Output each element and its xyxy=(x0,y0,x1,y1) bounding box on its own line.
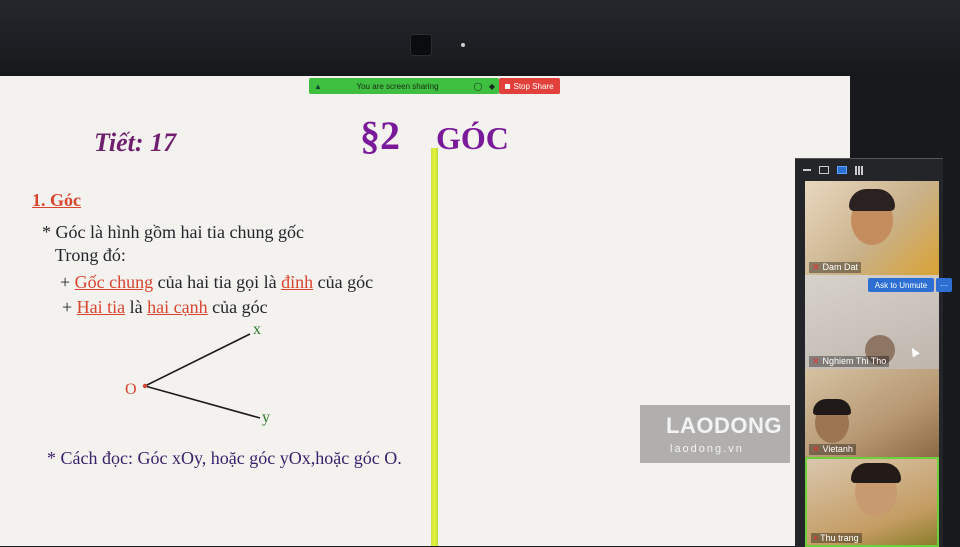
point1-term1: Gốc chung xyxy=(74,272,154,292)
point2-term1: Hai tia xyxy=(76,297,126,317)
speaker-view-icon[interactable] xyxy=(819,166,829,174)
participant-name: ✕ Dam Dat xyxy=(809,262,862,273)
camera-light-icon xyxy=(461,43,465,47)
slide-divider xyxy=(431,148,438,546)
participant-hair xyxy=(851,463,901,483)
screen-sharing-bar[interactable]: ▲ You are screen sharing ◯ ◆ xyxy=(309,78,499,94)
point2-term2: hai cạnh xyxy=(147,297,208,317)
muted-mic-icon: ✕ xyxy=(812,356,820,366)
watermark-domain: laodong.vn xyxy=(670,443,744,455)
sharing-status-text: You are screen sharing xyxy=(356,81,439,91)
point1-term2: đỉnh xyxy=(281,272,314,292)
watermark-brand: LAODONG xyxy=(666,413,782,438)
slide-title: GÓC xyxy=(436,120,509,156)
angle-diagram xyxy=(142,333,261,419)
laodong-watermark: LAODONG laodong.vn xyxy=(640,405,790,463)
point1-mid: của hai tia gọi là xyxy=(153,272,282,292)
point-two-rays: + Hai tia là hai cạnh của góc xyxy=(62,297,268,318)
more-options-button[interactable]: ··· xyxy=(936,278,952,292)
point1-suffix: của góc xyxy=(313,272,374,292)
label-x: x xyxy=(253,321,261,338)
label-y: y xyxy=(262,409,270,426)
reading-text: * Cách đọc: Góc xOy, hoặc góc yOx,hoặc g… xyxy=(47,448,402,468)
webcam-icon xyxy=(410,34,432,56)
participant-video-panel: ✕ Dam Dat ✕ Nghiem Thi Tho ✕ Vietanh • Thu t… xyxy=(795,158,943,547)
section-number: §2 xyxy=(360,113,400,158)
label-o: O xyxy=(125,381,137,398)
stop-square-icon xyxy=(505,83,511,89)
participant-name: • Thu trang xyxy=(811,533,862,543)
ask-to-unmute-button[interactable]: Ask to Unmute xyxy=(868,278,934,292)
participant-tile-active-speaker[interactable]: • Thu trang xyxy=(805,457,939,547)
participant-name: ✕ Vietanh xyxy=(809,444,856,455)
share-screen-icon: ▲ xyxy=(314,81,322,91)
pause-icon[interactable]: ◯ xyxy=(471,82,485,91)
muted-mic-icon: ✕ xyxy=(812,262,820,272)
point-common-origin: + Gốc chung của hai tia gọi là đỉnh của … xyxy=(60,272,373,293)
security-shield-icon[interactable]: ◆ xyxy=(485,82,499,91)
point2-mid: là xyxy=(125,297,148,317)
participant-tile[interactable]: ✕ Vietanh xyxy=(805,369,939,457)
participant-name: ✕ Nghiem Thi Tho xyxy=(809,356,890,367)
point2-prefix: + xyxy=(62,297,77,317)
grid-view-icon[interactable] xyxy=(855,165,864,175)
participant-hair xyxy=(849,189,895,211)
point1-prefix: + xyxy=(60,272,75,292)
trong-do-text: Trong đó: xyxy=(55,245,126,265)
panel-toolbar xyxy=(795,159,943,181)
minimize-icon[interactable] xyxy=(803,169,811,171)
section-heading: 1. Góc xyxy=(32,190,81,210)
vertex-point xyxy=(142,383,148,389)
stop-share-button[interactable]: Stop Share xyxy=(499,78,560,94)
laptop-bezel xyxy=(0,0,960,76)
muted-mic-icon: ✕ xyxy=(812,444,820,454)
mic-icon: • xyxy=(814,533,818,543)
stop-share-label: Stop Share xyxy=(513,81,554,91)
lesson-number: Tiết: 17 xyxy=(94,128,177,157)
ray-oy xyxy=(144,385,261,419)
participant-tile[interactable]: ✕ Dam Dat xyxy=(805,181,939,275)
point2-suffix: của góc xyxy=(207,297,268,317)
ray-ox xyxy=(144,333,251,387)
definition-text: * Góc là hình gồm hai tia chung gốc xyxy=(42,222,304,242)
gallery-strip-icon[interactable] xyxy=(837,166,847,174)
participant-hair xyxy=(813,399,851,415)
